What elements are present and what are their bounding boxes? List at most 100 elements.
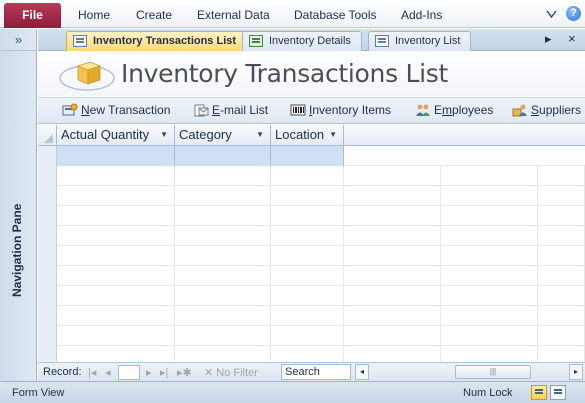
doc-tab-label: Inventory List bbox=[395, 35, 461, 47]
cell-actual-quantity[interactable] bbox=[57, 146, 175, 166]
empty-cell bbox=[344, 246, 441, 266]
record-selector-column[interactable] bbox=[38, 125, 57, 362]
empty-cell bbox=[57, 166, 175, 186]
tab-home[interactable]: Home bbox=[78, 8, 110, 22]
empty-cell bbox=[57, 286, 175, 306]
employees-pre: E bbox=[434, 103, 443, 117]
empty-cell bbox=[441, 246, 538, 266]
navigation-pane-label[interactable]: Navigation Pane bbox=[10, 204, 24, 297]
column-header-actual-quantity[interactable]: Actual Quantity ▼ bbox=[57, 125, 175, 146]
empty-cell bbox=[538, 326, 585, 346]
tab-scroll-icon[interactable]: ▸ bbox=[545, 31, 552, 47]
form-view-icon[interactable] bbox=[531, 385, 547, 400]
empty-cell bbox=[344, 206, 441, 226]
tab-create[interactable]: Create bbox=[136, 8, 172, 22]
dropdown-arrow-icon[interactable]: ▼ bbox=[329, 125, 337, 145]
select-all-corner[interactable] bbox=[38, 125, 57, 146]
empty-cell bbox=[271, 326, 344, 346]
empty-cell bbox=[271, 206, 344, 226]
doc-tab-inventory-details[interactable]: Inventory Details bbox=[242, 31, 362, 51]
empty-cell bbox=[538, 166, 585, 186]
scroll-left-icon[interactable]: ◂ bbox=[355, 364, 369, 380]
doc-tab-label: Inventory Details bbox=[269, 35, 351, 47]
tab-add-ins[interactable]: Add-Ins bbox=[401, 8, 442, 22]
empty-cell bbox=[175, 346, 271, 362]
empty-row bbox=[57, 186, 585, 206]
new-record-icon[interactable]: ▸✱ bbox=[177, 366, 192, 379]
record-navigation-bar: Record: |◂ ◂ ▸ ▸| ▸✱ ✕ No Filter Search … bbox=[38, 362, 585, 381]
column-header-label: Category bbox=[179, 127, 232, 142]
inventory-items-button[interactable]: Inventory Items bbox=[290, 103, 391, 117]
employees-button[interactable]: Employees bbox=[415, 103, 493, 117]
empty-cell bbox=[538, 206, 585, 226]
form-icon bbox=[73, 35, 87, 47]
people-icon bbox=[416, 104, 430, 116]
file-tab[interactable]: File bbox=[4, 3, 61, 28]
navigation-pane: » Navigation Pane bbox=[0, 29, 37, 381]
empty-cell bbox=[441, 186, 538, 206]
dropdown-arrow-icon[interactable]: ▼ bbox=[256, 125, 264, 145]
empty-cell bbox=[57, 266, 175, 286]
empty-cell bbox=[175, 226, 271, 246]
previous-record-icon[interactable]: ◂ bbox=[105, 366, 111, 379]
scroll-thumb[interactable]: ||| bbox=[455, 365, 531, 379]
empty-cell bbox=[57, 226, 175, 246]
empty-cell bbox=[271, 166, 344, 186]
empty-row bbox=[57, 266, 585, 286]
suppliers-icon bbox=[512, 104, 527, 117]
page-title: Inventory Transactions List bbox=[121, 59, 448, 88]
empty-cell bbox=[344, 306, 441, 326]
empty-row bbox=[57, 306, 585, 326]
expand-nav-pane-icon[interactable]: » bbox=[0, 29, 37, 51]
new-record-row[interactable] bbox=[57, 146, 585, 166]
tab-external-data[interactable]: External Data bbox=[197, 8, 270, 22]
empty-cell bbox=[344, 226, 441, 246]
help-icon[interactable]: ? bbox=[566, 6, 581, 21]
filter-indicator[interactable]: ✕ No Filter bbox=[204, 366, 258, 379]
minimize-ribbon-icon[interactable] bbox=[546, 9, 557, 19]
current-record-input[interactable] bbox=[118, 365, 140, 380]
empty-cell bbox=[175, 266, 271, 286]
empty-cell bbox=[344, 286, 441, 306]
empty-cell bbox=[57, 326, 175, 346]
empty-cell bbox=[441, 306, 538, 326]
command-bar: New Transaction E-mail List Inventory It… bbox=[38, 97, 585, 124]
email-list-accel: E bbox=[212, 103, 221, 117]
empty-cell bbox=[175, 306, 271, 326]
tab-database-tools[interactable]: Database Tools bbox=[294, 8, 377, 22]
column-header-category[interactable]: Category ▼ bbox=[175, 125, 271, 146]
new-transaction-button[interactable]: New Transaction bbox=[62, 103, 170, 117]
dropdown-arrow-icon[interactable]: ▼ bbox=[160, 125, 168, 145]
datasheet: Actual Quantity ▼ Category ▼ Location ▼ bbox=[38, 125, 585, 362]
empty-cell bbox=[344, 346, 441, 362]
doc-tab-inventory-transactions-list[interactable]: Inventory Transactions List bbox=[66, 31, 248, 51]
doc-tab-label: Inventory Transactions List bbox=[93, 35, 237, 47]
empty-cell bbox=[57, 206, 175, 226]
doc-tab-inventory-list[interactable]: Inventory List bbox=[368, 31, 472, 51]
empty-cell bbox=[271, 286, 344, 306]
last-record-icon[interactable]: ▸| bbox=[160, 366, 168, 379]
empty-cell bbox=[344, 186, 441, 206]
empty-cell bbox=[175, 166, 271, 186]
empty-cell bbox=[57, 186, 175, 206]
empty-row bbox=[57, 346, 585, 362]
email-list-button[interactable]: E-mail List bbox=[193, 103, 268, 117]
scroll-right-icon[interactable]: ▸ bbox=[569, 364, 583, 380]
cell-location[interactable] bbox=[271, 146, 344, 166]
empty-cell bbox=[175, 206, 271, 226]
next-record-icon[interactable]: ▸ bbox=[146, 366, 152, 379]
empty-cell bbox=[57, 346, 175, 362]
suppliers-button[interactable]: Suppliers bbox=[512, 103, 581, 117]
employees-accel: m bbox=[442, 103, 453, 117]
cell-category[interactable] bbox=[175, 146, 271, 166]
layout-view-icon[interactable] bbox=[550, 385, 566, 400]
horizontal-scrollbar[interactable]: ◂ ||| ▸ bbox=[355, 364, 585, 380]
suppliers-label: uppliers bbox=[539, 103, 582, 117]
close-icon[interactable]: × bbox=[568, 31, 576, 46]
empty-cell bbox=[175, 186, 271, 206]
empty-cell bbox=[175, 326, 271, 346]
first-record-icon[interactable]: |◂ bbox=[88, 366, 96, 379]
empty-cell bbox=[441, 166, 538, 186]
column-header-location[interactable]: Location ▼ bbox=[271, 125, 344, 146]
search-input[interactable]: Search bbox=[281, 364, 351, 380]
